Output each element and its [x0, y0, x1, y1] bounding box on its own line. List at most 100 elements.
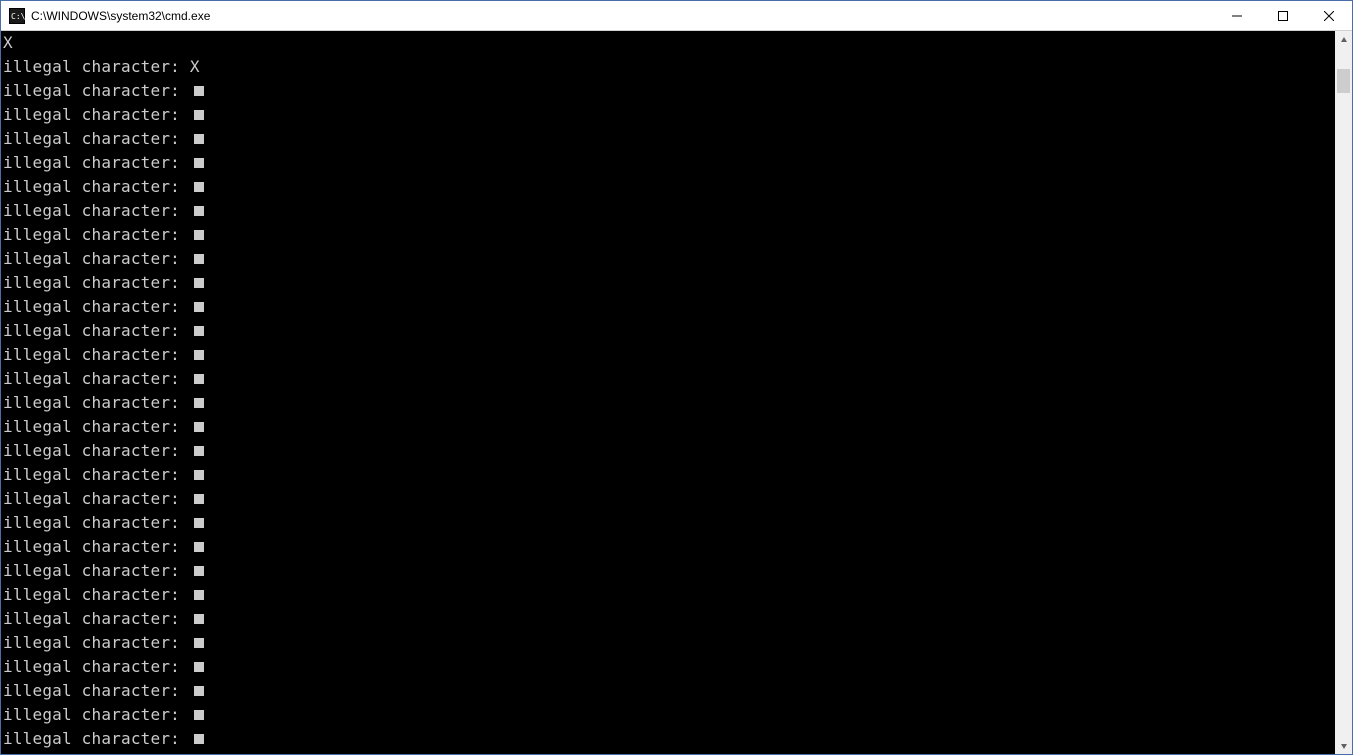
console-text: illegal character:	[3, 271, 190, 295]
block-char-icon	[194, 446, 204, 456]
block-char-icon	[194, 230, 204, 240]
console-line: illegal character:	[3, 295, 1333, 319]
console-line: illegal character: X	[3, 55, 1333, 79]
minimize-button[interactable]	[1214, 1, 1260, 30]
console-line: illegal character:	[3, 367, 1333, 391]
title-bar[interactable]: C:\ C:\WINDOWS\system32\cmd.exe	[1, 1, 1352, 31]
console-text: illegal character:	[3, 463, 190, 487]
console-line: illegal character:	[3, 103, 1333, 127]
console-line: illegal character:	[3, 151, 1333, 175]
block-char-icon	[194, 518, 204, 528]
console-line: illegal character:	[3, 703, 1333, 727]
block-char-icon	[194, 110, 204, 120]
console-line: illegal character:	[3, 79, 1333, 103]
block-char-icon	[194, 422, 204, 432]
window-controls	[1214, 1, 1352, 30]
block-char-icon	[194, 278, 204, 288]
console-text: illegal character:	[3, 631, 190, 655]
window-title: C:\WINDOWS\system32\cmd.exe	[31, 9, 1214, 23]
console-text: illegal character:	[3, 343, 190, 367]
cmd-window: C:\ C:\WINDOWS\system32\cmd.exe Xillegal…	[0, 0, 1353, 755]
block-char-icon	[194, 470, 204, 480]
console-line: illegal character:	[3, 271, 1333, 295]
console-text: illegal character:	[3, 79, 190, 103]
console-text: illegal character:	[3, 55, 190, 79]
console-text: illegal character:	[3, 703, 190, 727]
console-line: illegal character:	[3, 607, 1333, 631]
block-char-icon	[194, 182, 204, 192]
console-text: illegal character:	[3, 607, 190, 631]
console-line: illegal character:	[3, 631, 1333, 655]
console-text: illegal character:	[3, 439, 190, 463]
console-text: illegal character:	[3, 151, 190, 175]
console-line: illegal character:	[3, 343, 1333, 367]
block-char-icon	[194, 350, 204, 360]
console-line: illegal character:	[3, 727, 1333, 751]
console-char: X	[190, 55, 200, 79]
console-output[interactable]: Xillegal character: Xillegal character: …	[1, 31, 1335, 754]
console-line: illegal character:	[3, 127, 1333, 151]
maximize-button[interactable]	[1260, 1, 1306, 30]
console-text: illegal character:	[3, 319, 190, 343]
console-text: illegal character:	[3, 535, 190, 559]
block-char-icon	[194, 710, 204, 720]
block-char-icon	[194, 686, 204, 696]
console-line: illegal character:	[3, 415, 1333, 439]
console-text: illegal character:	[3, 511, 190, 535]
block-char-icon	[194, 542, 204, 552]
block-char-icon	[194, 662, 204, 672]
console-line: illegal character:	[3, 319, 1333, 343]
block-char-icon	[194, 494, 204, 504]
block-char-icon	[194, 134, 204, 144]
console-line: illegal character:	[3, 487, 1333, 511]
console-line: illegal character:	[3, 679, 1333, 703]
scroll-down-arrow-icon[interactable]	[1335, 737, 1352, 754]
block-char-icon	[194, 566, 204, 576]
console-line: illegal character:	[3, 199, 1333, 223]
console-line: illegal character:	[3, 511, 1333, 535]
vertical-scrollbar[interactable]	[1335, 31, 1352, 754]
block-char-icon	[194, 86, 204, 96]
console-text: illegal character:	[3, 391, 190, 415]
console-line: illegal character:	[3, 583, 1333, 607]
close-button[interactable]	[1306, 1, 1352, 30]
console-line: illegal character:	[3, 535, 1333, 559]
block-char-icon	[194, 734, 204, 744]
block-char-icon	[194, 398, 204, 408]
block-char-icon	[194, 638, 204, 648]
block-char-icon	[194, 590, 204, 600]
console-line: illegal character:	[3, 247, 1333, 271]
block-char-icon	[194, 614, 204, 624]
console-line: illegal character:	[3, 391, 1333, 415]
console-text: illegal character:	[3, 559, 190, 583]
console-line: illegal character:	[3, 223, 1333, 247]
block-char-icon	[194, 302, 204, 312]
block-char-icon	[194, 254, 204, 264]
console-line: X	[3, 31, 1333, 55]
console-line: illegal character:	[3, 559, 1333, 583]
console-text: illegal character:	[3, 223, 190, 247]
console-text: illegal character:	[3, 103, 190, 127]
console-text: illegal character:	[3, 679, 190, 703]
console-text: illegal character:	[3, 247, 190, 271]
console-text: illegal character:	[3, 367, 190, 391]
console-text: illegal character:	[3, 415, 190, 439]
block-char-icon	[194, 206, 204, 216]
console-line: illegal character:	[3, 439, 1333, 463]
console-line: illegal character:	[3, 463, 1333, 487]
block-char-icon	[194, 326, 204, 336]
console-line: illegal character:	[3, 655, 1333, 679]
console-text: illegal character:	[3, 655, 190, 679]
console-text: illegal character:	[3, 487, 190, 511]
scroll-up-arrow-icon[interactable]	[1335, 31, 1352, 48]
window-body: Xillegal character: Xillegal character: …	[1, 31, 1352, 754]
console-text: illegal character:	[3, 127, 190, 151]
block-char-icon	[194, 374, 204, 384]
console-text: illegal character:	[3, 583, 190, 607]
cmd-icon: C:\	[9, 8, 25, 24]
console-text: illegal character:	[3, 175, 190, 199]
console-text: illegal character:	[3, 199, 190, 223]
block-char-icon	[194, 158, 204, 168]
scroll-thumb[interactable]	[1337, 69, 1350, 93]
console-text: illegal character:	[3, 727, 190, 751]
